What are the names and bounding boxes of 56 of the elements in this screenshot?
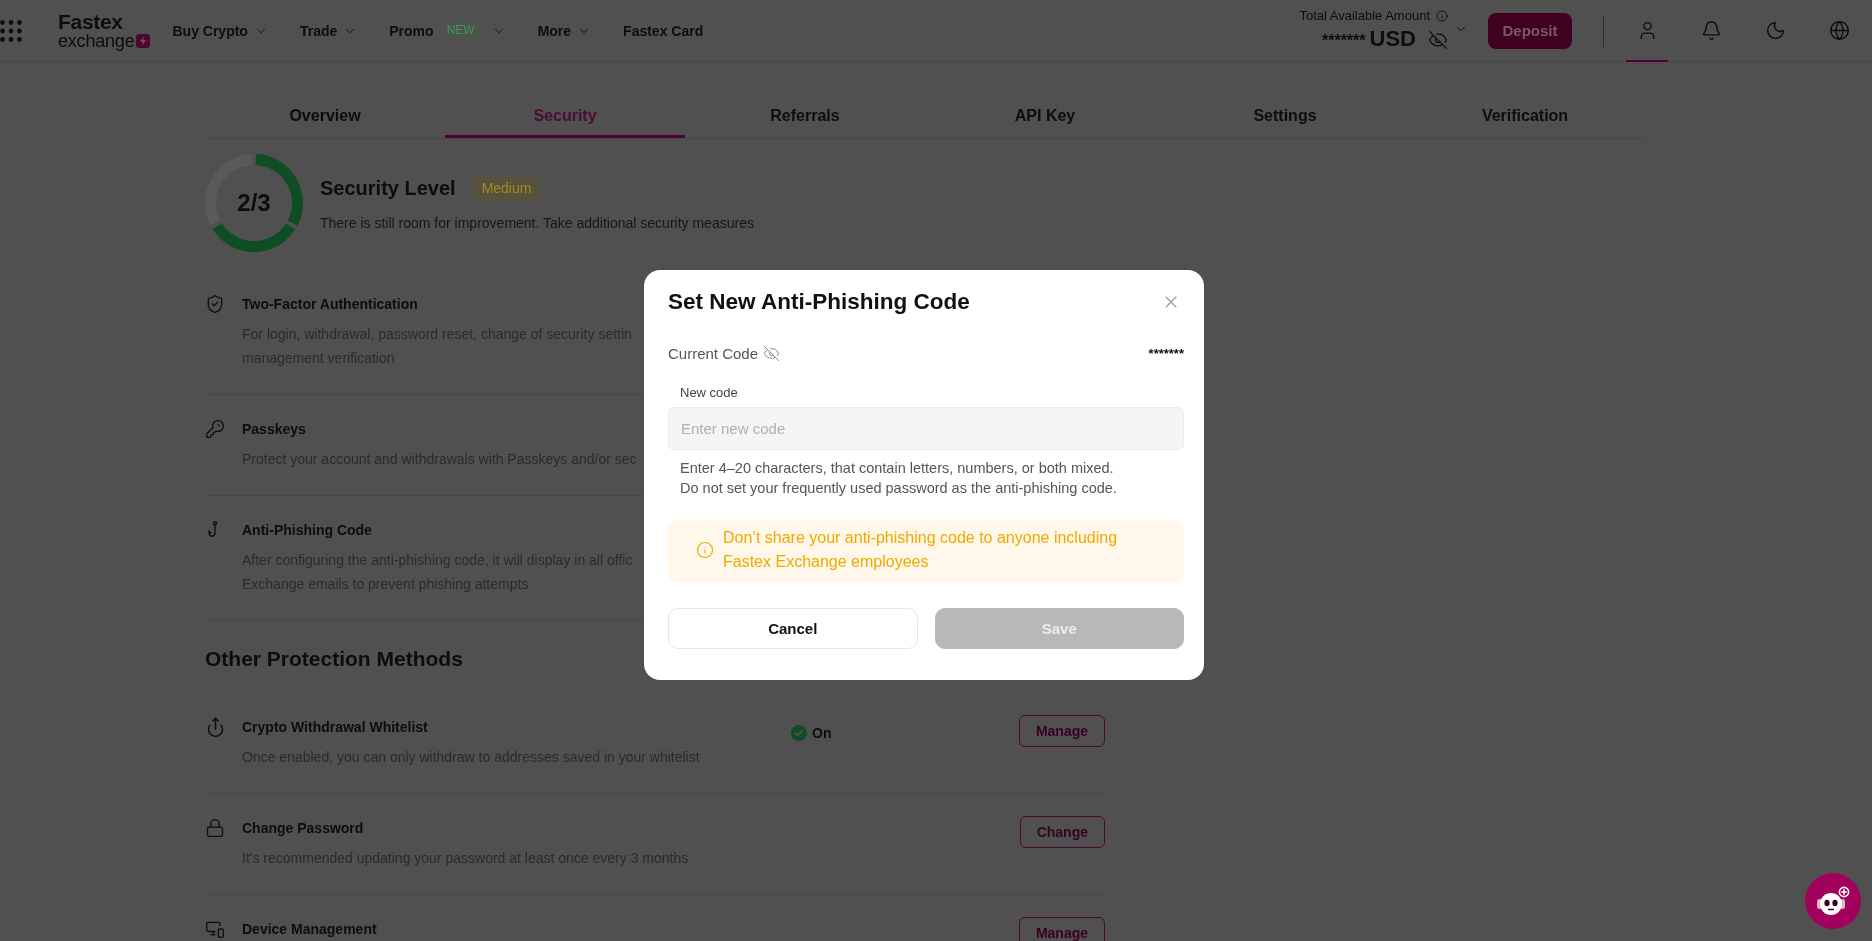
row-action-button[interactable]: Change	[1019, 816, 1105, 848]
hint-text: Enter 4–20 characters, that contain letters, numbers, or both mixed.	[680, 458, 1114, 478]
nav-link[interactable]: Fastex Card	[623, 22, 704, 39]
section-heading: Other Protection Methods	[205, 646, 463, 672]
hint-text: Do not set your frequently used password as the anti-phishing code.	[680, 478, 1117, 498]
tab[interactable]: Overview	[205, 97, 445, 138]
tab[interactable]: Referrals	[685, 97, 925, 138]
apps-grid-icon[interactable]	[0, 19, 22, 42]
tab[interactable]: API Key	[925, 97, 1165, 138]
logo-wordmark: Fastex	[58, 11, 124, 32]
row-action-button[interactable]: Manage	[1018, 917, 1105, 941]
item-title: Crypto Withdrawal Whitelist	[242, 718, 428, 737]
nav-link[interactable]: More	[537, 22, 572, 39]
logo-tagline: exchange	[58, 31, 135, 50]
deposit-button[interactable]: Deposit	[1488, 12, 1572, 49]
balance-label: Total Available Amount	[1299, 6, 1430, 25]
nav-link[interactable]: Promo	[389, 22, 434, 39]
item-title: Anti-Phishing Code	[242, 521, 372, 540]
chat-button[interactable]	[1805, 873, 1861, 929]
field-label: New code	[679, 385, 738, 401]
moon-icon	[1764, 20, 1786, 41]
eye-off-icon[interactable]	[763, 344, 781, 362]
cancel-button[interactable]: Cancel	[668, 607, 918, 649]
item-title: Two-Factor Authentication	[242, 295, 418, 314]
tab[interactable]: Settings	[1165, 97, 1405, 138]
tab[interactable]: Security	[445, 97, 685, 138]
item-title: Device Management	[242, 920, 377, 939]
item-title: Change Password	[242, 819, 364, 838]
current-code-value: *******	[1148, 345, 1184, 361]
security-score: 2/3	[237, 189, 271, 217]
nav-link[interactable]: Buy Crypto	[172, 22, 248, 39]
info-icon	[696, 541, 714, 559]
lock-icon	[205, 818, 225, 838]
shield-check-icon	[205, 294, 225, 314]
tab[interactable]: Verification	[1405, 97, 1645, 138]
item-title: Passkeys	[242, 420, 306, 439]
current-code-label: Current Code	[668, 344, 759, 362]
lightning-badge-icon	[136, 33, 151, 48]
info-icon	[1436, 9, 1448, 22]
eye-off-icon[interactable]	[1428, 29, 1448, 50]
new-badge: NEW	[439, 22, 482, 39]
key-icon	[205, 419, 225, 439]
modal-title: Set New Anti-Phishing Code	[668, 288, 970, 316]
row-action-button[interactable]: Manage	[1018, 715, 1105, 747]
status-label: On	[812, 724, 832, 743]
level-badge: Medium	[471, 175, 542, 201]
security-description: There is still room for improvement. Take additional security measures	[320, 214, 754, 233]
bell-icon	[1700, 20, 1722, 41]
warning-text: Don’t share your anti-phishing code to anyone including Fastex Exchange employees	[723, 528, 1119, 572]
code-input-field[interactable]: Enter new code	[668, 407, 1184, 450]
devices-icon	[205, 919, 225, 939]
balance-amount: ******* USD	[1321, 24, 1416, 53]
security-level-title: Security Level	[320, 176, 456, 200]
globe-icon	[1828, 20, 1850, 41]
robot-face-icon	[1815, 886, 1851, 916]
nav-link[interactable]: Trade	[299, 22, 338, 39]
